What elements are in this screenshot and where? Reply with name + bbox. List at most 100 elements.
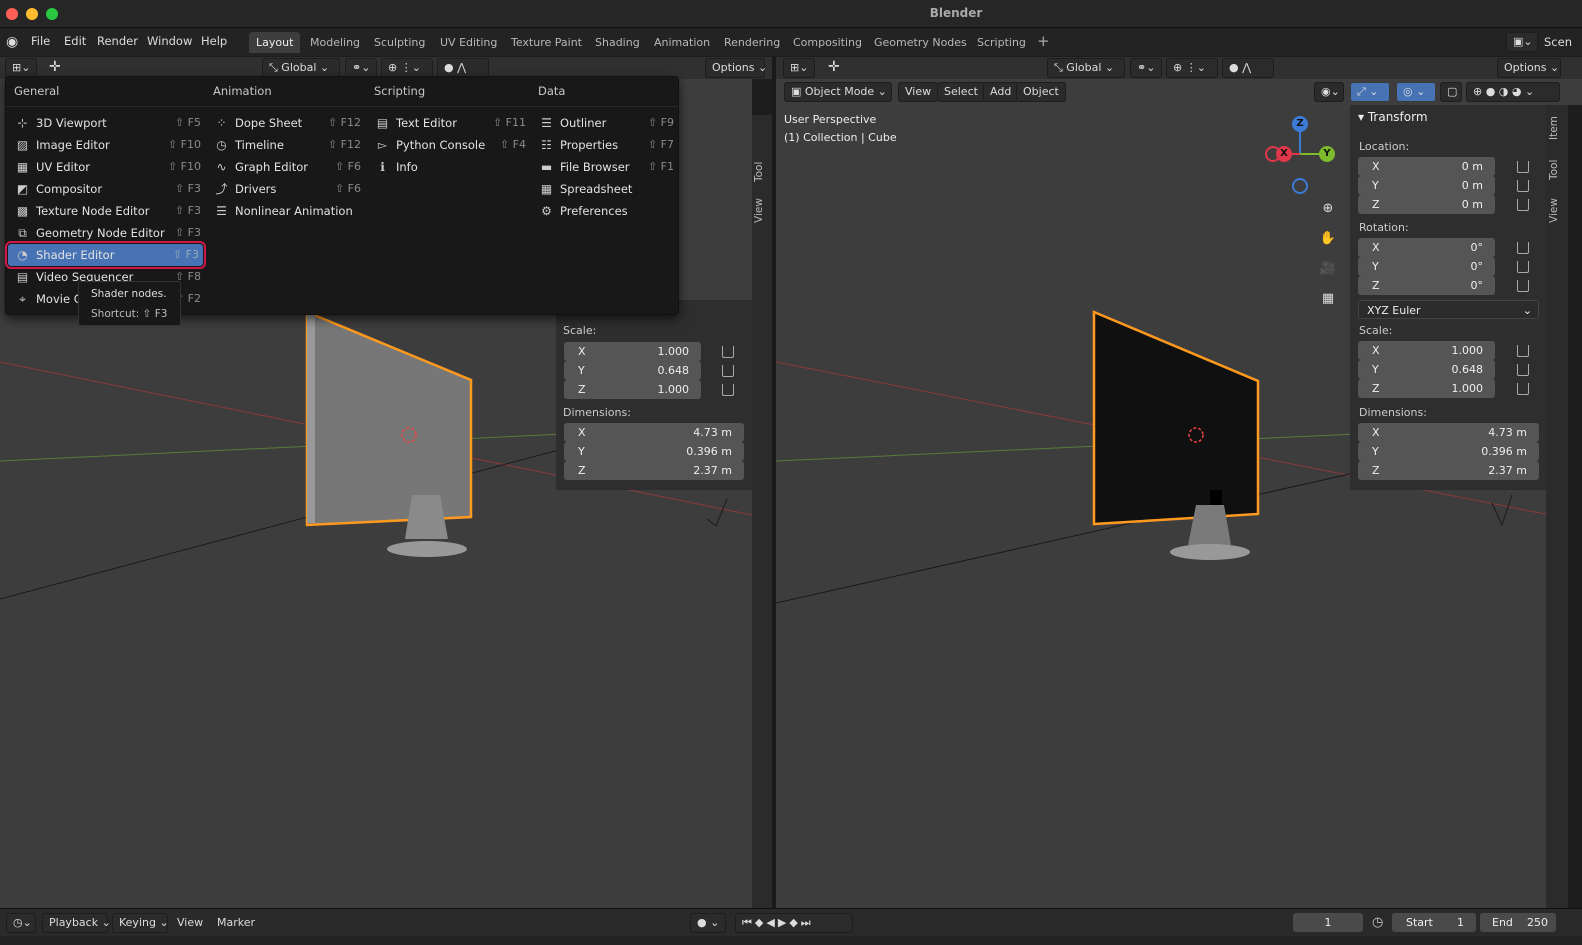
- tab-animation[interactable]: Animation: [647, 32, 717, 53]
- menu-item-preferences[interactable]: ⚙ Preferences: [540, 200, 674, 222]
- pan-hand-icon[interactable]: ✋: [1316, 227, 1340, 251]
- transform-panel-header[interactable]: ▾ Transform: [1358, 110, 1428, 124]
- pivot-dropdown[interactable]: ⚭⌄: [345, 58, 377, 78]
- scale-y-field[interactable]: Y 0.648: [564, 361, 701, 380]
- transform-pivot-icon[interactable]: ✛: [49, 59, 61, 75]
- rotation-x-field[interactable]: X 0°: [1358, 238, 1495, 257]
- ortho-toggle-icon[interactable]: ▦: [1316, 287, 1340, 311]
- proportional-edit-toggle[interactable]: ● ⋀: [437, 58, 489, 78]
- lock-icon[interactable]: [1517, 161, 1529, 173]
- tab-shading[interactable]: Shading: [588, 32, 647, 53]
- playback-dropdown[interactable]: Playback ⌄: [42, 913, 111, 933]
- menu-help[interactable]: Help: [201, 34, 227, 48]
- lock-icon[interactable]: [722, 384, 734, 396]
- start-frame-field[interactable]: Start 1: [1392, 913, 1476, 932]
- dimension-y-field[interactable]: Y 0.396 m: [564, 442, 744, 461]
- scale-x-field[interactable]: X 1.000: [564, 342, 701, 361]
- transform-pivot-icon[interactable]: ✛: [828, 59, 840, 75]
- tab-rendering[interactable]: Rendering: [717, 32, 787, 53]
- menu-item-spreadsheet[interactable]: ▦ Spreadsheet: [540, 178, 674, 200]
- menu-render[interactable]: Render: [97, 34, 138, 48]
- menu-item-text-editor[interactable]: ▤ Text Editor ⇧ F11: [376, 112, 526, 134]
- dimension-z-field[interactable]: Z 2.37 m: [1358, 461, 1539, 480]
- menu-item-image-editor[interactable]: ▨ Image Editor ⇧ F10: [16, 134, 201, 156]
- vtab-view[interactable]: View: [1548, 195, 1566, 227]
- scale-z-field[interactable]: Z 1.000: [1358, 379, 1495, 398]
- proportional-edit-toggle[interactable]: ● ⋀: [1222, 58, 1274, 78]
- pivot-dropdown[interactable]: ⚭⌄: [1130, 58, 1162, 78]
- shading-mode-buttons[interactable]: ⊕ ● ◑ ◕ ⌄: [1466, 82, 1560, 102]
- gizmo-x-axis[interactable]: X: [1276, 146, 1292, 162]
- xray-toggle-icon[interactable]: ▢: [1440, 82, 1462, 102]
- location-x-field[interactable]: X0 m: [1358, 157, 1495, 176]
- blender-logo-icon[interactable]: ◉: [6, 34, 22, 50]
- menu-item-drivers[interactable]: ⤴ Drivers ⇧ F6: [215, 178, 361, 200]
- overlay-toggle-icon[interactable]: ◎ ⌄: [1396, 82, 1436, 102]
- end-frame-field[interactable]: End 250: [1480, 913, 1556, 932]
- scale-y-field[interactable]: Y 0.648: [1358, 360, 1495, 379]
- menu-file[interactable]: File: [31, 34, 50, 48]
- tab-modeling[interactable]: Modeling: [303, 32, 367, 53]
- lock-icon[interactable]: [1517, 364, 1529, 376]
- snap-toggle[interactable]: ⊕ ⋮⌄: [381, 58, 433, 78]
- lock-icon[interactable]: [1517, 261, 1529, 273]
- orientation-dropdown[interactable]: ⤡ Global ⌄: [1047, 58, 1125, 78]
- location-z-field[interactable]: Z0 m: [1358, 195, 1495, 214]
- snap-toggle[interactable]: ⊕ ⋮⌄: [1166, 58, 1218, 78]
- menu-item-python-console[interactable]: ▻ Python Console ⇧ F4: [376, 134, 526, 156]
- menu-add[interactable]: Add: [983, 82, 1019, 102]
- scale-z-field[interactable]: Z 1.000: [564, 380, 701, 399]
- add-workspace-icon[interactable]: +: [1037, 32, 1050, 50]
- playback-controls[interactable]: ⏮◆◀▶◆⏭: [735, 913, 853, 933]
- dimension-x-field[interactable]: X 4.73 m: [564, 423, 744, 442]
- orientation-dropdown[interactable]: ⤡ Global ⌄: [262, 58, 340, 78]
- lock-icon[interactable]: [1517, 199, 1529, 211]
- auto-keying-toggle[interactable]: ● ⌄: [690, 913, 726, 933]
- tab-sculpting[interactable]: Sculpting: [367, 32, 432, 53]
- current-frame-field[interactable]: 1: [1293, 913, 1363, 932]
- lock-icon[interactable]: [1517, 280, 1529, 292]
- gizmo-toggle-icon[interactable]: ⤢ ⌄: [1350, 82, 1390, 102]
- visibility-icon[interactable]: ◉⌄: [1314, 82, 1344, 102]
- tab-texture-paint[interactable]: Texture Paint: [504, 32, 589, 53]
- menu-edit[interactable]: Edit: [64, 34, 86, 48]
- menu-item-3d-viewport[interactable]: ⊹ 3D Viewport ⇧ F5: [16, 112, 201, 134]
- options-dropdown[interactable]: Options ⌄: [1497, 58, 1561, 78]
- menu-item-timeline[interactable]: ◷ Timeline ⇧ F12: [215, 134, 361, 156]
- lock-icon[interactable]: [1517, 242, 1529, 254]
- editor-type-button[interactable]: ⊞⌄: [783, 58, 815, 78]
- menu-item-info[interactable]: ℹ Info: [376, 156, 526, 178]
- dimension-z-field[interactable]: Z 2.37 m: [564, 461, 744, 480]
- menu-select[interactable]: Select: [937, 82, 985, 102]
- menu-item-compositor[interactable]: ◩ Compositor ⇧ F3: [16, 178, 201, 200]
- preview-range-icon[interactable]: ◷: [1372, 915, 1383, 930]
- camera-view-icon[interactable]: 🎥: [1316, 257, 1340, 281]
- tab-compositing[interactable]: Compositing: [786, 32, 869, 53]
- scale-x-field[interactable]: X 1.000: [1358, 341, 1495, 360]
- jump-start-icon[interactable]: ⏮: [742, 916, 755, 929]
- editor-type-button[interactable]: ⊞⌄: [5, 58, 37, 78]
- dimension-x-field[interactable]: X 4.73 m: [1358, 423, 1539, 442]
- tab-uv-editing[interactable]: UV Editing: [433, 32, 504, 53]
- tab-scripting[interactable]: Scripting: [970, 32, 1033, 53]
- timeline-view-menu[interactable]: View: [177, 916, 203, 929]
- mode-dropdown[interactable]: ▣ Object Mode ⌄: [784, 82, 892, 102]
- vtab-tool[interactable]: Tool: [1548, 155, 1566, 185]
- scene-selector-icon[interactable]: ▣⌄: [1506, 32, 1538, 52]
- lock-icon[interactable]: [1517, 383, 1529, 395]
- location-y-field[interactable]: Y0 m: [1358, 176, 1495, 195]
- play-reverse-icon[interactable]: ◀: [766, 916, 777, 929]
- next-key-icon[interactable]: ◆: [789, 916, 800, 929]
- menu-item-dope-sheet[interactable]: ⁘ Dope Sheet ⇧ F12: [215, 112, 361, 134]
- lock-icon[interactable]: [722, 365, 734, 377]
- gizmo-z-axis[interactable]: Z: [1292, 116, 1308, 132]
- vtab-tool[interactable]: Tool: [753, 157, 771, 187]
- keying-dropdown[interactable]: Keying ⌄: [112, 913, 169, 933]
- scene-name[interactable]: Scen: [1544, 35, 1572, 49]
- vtab-item[interactable]: Item: [1548, 111, 1566, 145]
- menu-item-geometry-node-editor[interactable]: ⧉ Geometry Node Editor ⇧ F3: [16, 222, 201, 244]
- prev-key-icon[interactable]: ◆: [755, 916, 766, 929]
- tab-layout[interactable]: Layout: [249, 32, 301, 53]
- rotation-y-field[interactable]: Y 0°: [1358, 257, 1495, 276]
- menu-item-uv-editor[interactable]: ▦ UV Editor ⇧ F10: [16, 156, 201, 178]
